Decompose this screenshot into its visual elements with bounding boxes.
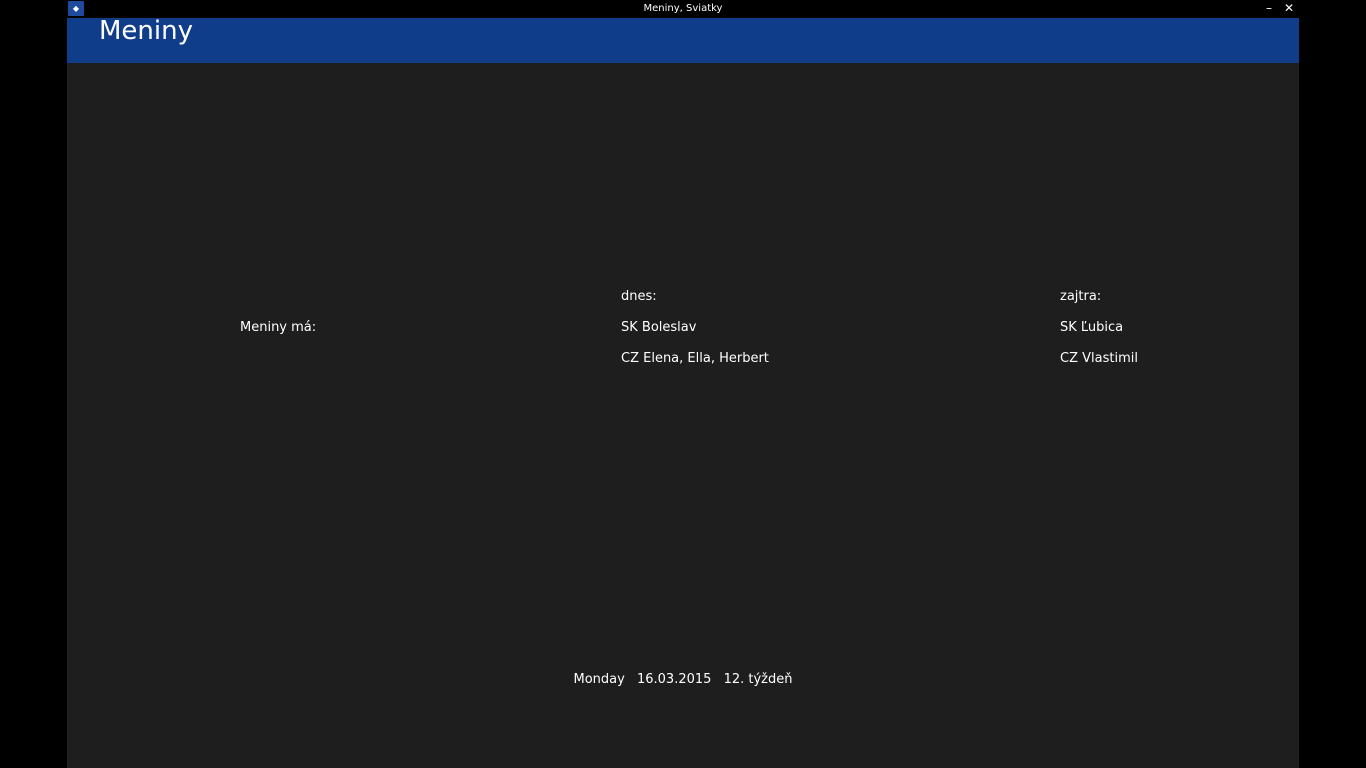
tomorrow-label: zajtra: [1060, 289, 1102, 304]
date-footer: Monday 16.03.2015 12. týždeň [67, 672, 1299, 688]
app-window: Meniny Meniny má: dnes: SK Boleslav CZ E… [67, 16, 1299, 768]
week-number-text: 12. týždeň [723, 672, 793, 687]
page-title: Meniny [99, 16, 193, 46]
today-label: dnes: [621, 289, 657, 304]
meniny-label: Meniny má: [240, 320, 317, 335]
tomorrow-sk-names: SK Ľubica [1060, 320, 1124, 335]
tomorrow-cz-names: CZ Vlastimil [1060, 351, 1138, 366]
close-button[interactable]: ✕ [1280, 0, 1298, 18]
window-titlebar: ◆ Meniny, Sviatky – ✕ [0, 0, 1366, 18]
today-cz-names: CZ Elena, Ella, Herbert [621, 351, 769, 366]
weekday-text: Monday [573, 672, 625, 687]
window-title: Meniny, Sviatky [643, 3, 723, 14]
today-sk-names: SK Boleslav [621, 320, 697, 335]
date-text: 16.03.2015 [636, 672, 712, 687]
header-bar: Meniny [67, 16, 1299, 63]
minimize-button[interactable]: – [1260, 0, 1278, 18]
